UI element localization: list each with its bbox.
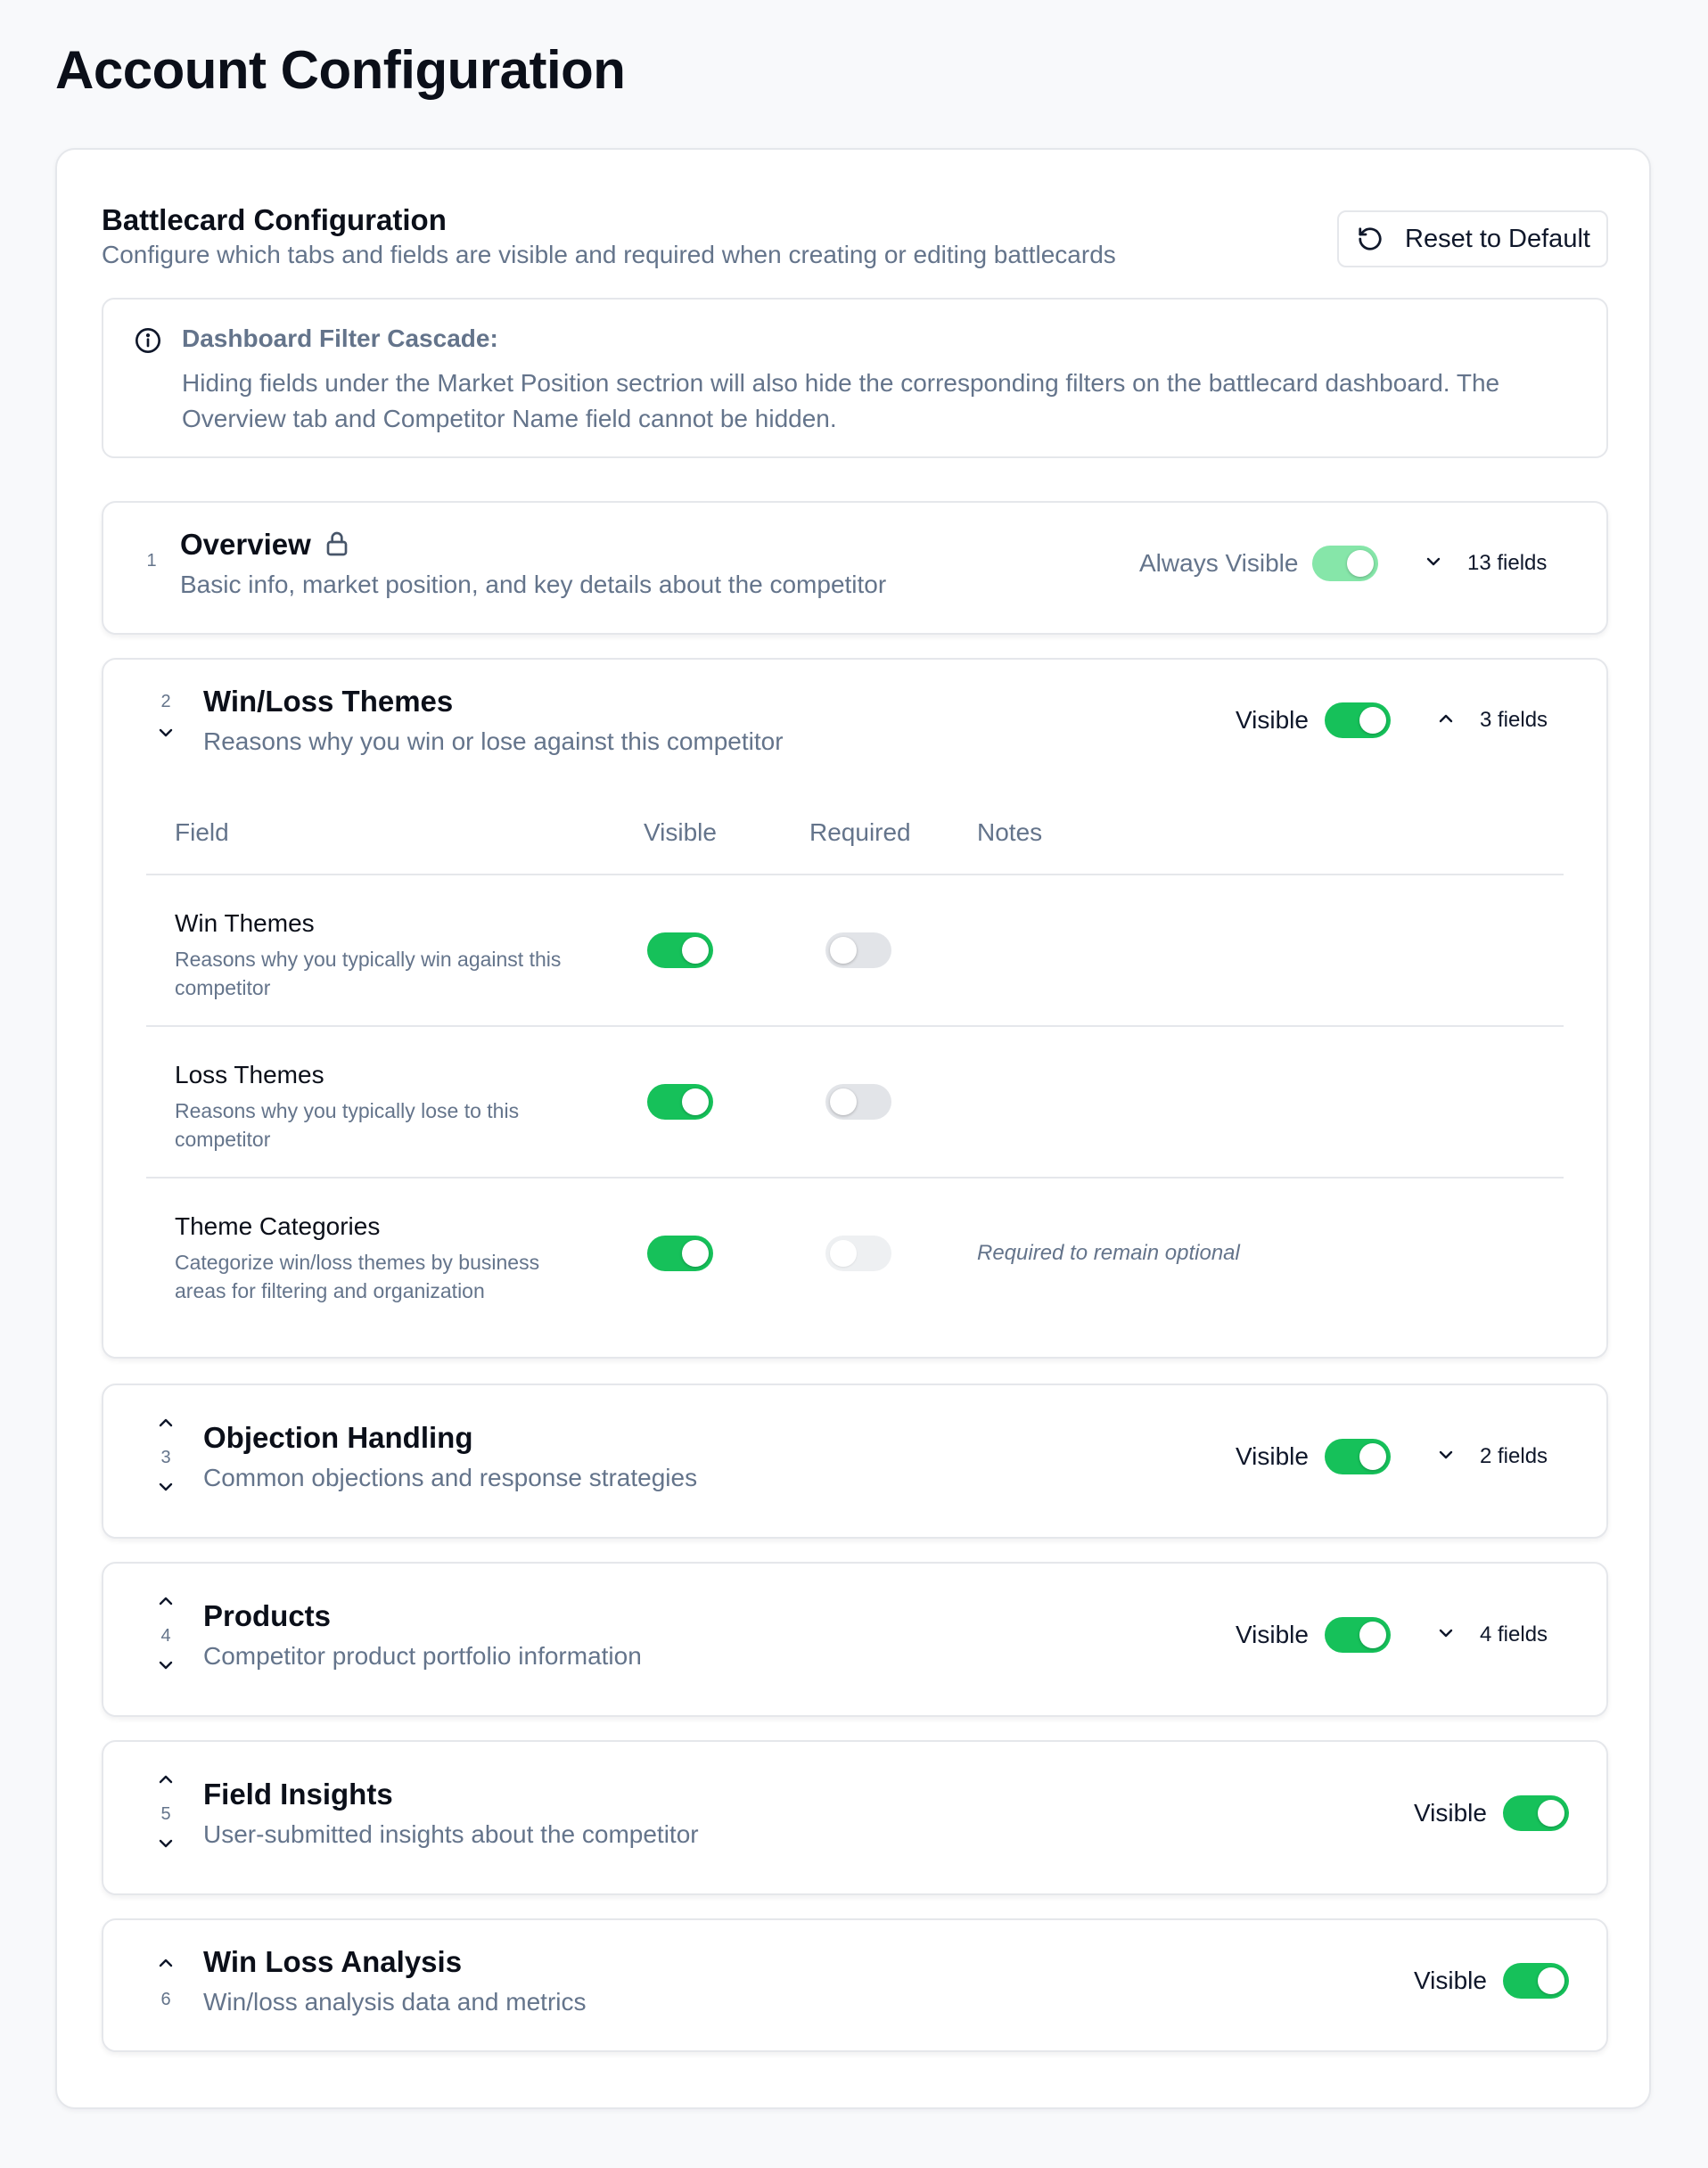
visible-label: Visible — [1236, 706, 1309, 734]
table-divider — [146, 874, 1564, 875]
section-win-loss-themes[interactable]: 2 Win/Loss Themes Reasons why you win or… — [102, 658, 1608, 1359]
field-required-toggle-disabled — [825, 1236, 891, 1271]
card-title: Battlecard Configuration — [102, 203, 447, 236]
field-required-toggle[interactable] — [825, 1084, 891, 1120]
column-header-field: Field — [175, 818, 229, 846]
products-visibility-toggle[interactable] — [1325, 1617, 1391, 1653]
chevron-up-icon[interactable] — [1435, 708, 1457, 729]
reset-button-label: Reset to Default — [1405, 224, 1590, 253]
page-title: Account Configuration — [55, 40, 626, 100]
win-loss-visibility-toggle[interactable] — [1325, 702, 1391, 738]
section-description: Common objections and response strategie… — [203, 1464, 698, 1491]
section-overview[interactable]: 1 Overview Basic info, market position, … — [102, 501, 1608, 635]
section-title: Products — [203, 1599, 332, 1632]
section-description: User-submitted insights about the compet… — [203, 1820, 699, 1848]
section-win-loss-analysis[interactable]: 6 Win Loss Analysis Win/loss analysis da… — [102, 1918, 1608, 2052]
column-header-notes: Notes — [977, 818, 1043, 846]
dashboard-filter-cascade-notice: Dashboard Filter Cascade: Hiding fields … — [102, 298, 1608, 458]
section-description: Basic info, market position, and key det… — [180, 571, 887, 598]
win-loss-analysis-visibility-toggle[interactable] — [1503, 1963, 1569, 1999]
section-title: Win/Loss Themes — [203, 685, 454, 718]
chevron-up-icon[interactable] — [155, 1769, 177, 1790]
chevron-down-icon[interactable] — [1423, 551, 1444, 572]
info-text: Hiding fields under the Market Position … — [182, 369, 1500, 432]
fields-count: 4 fields — [1480, 1622, 1548, 1647]
section-description: Reasons why you win or lose against this… — [203, 727, 784, 755]
section-number: 3 — [160, 1448, 171, 1467]
field-name: Loss Themes — [175, 1061, 324, 1088]
chevron-down-icon[interactable] — [155, 1476, 177, 1498]
field-required-toggle[interactable] — [825, 932, 891, 968]
field-note: Required to remain optional — [977, 1241, 1240, 1265]
chevron-down-icon[interactable] — [155, 1655, 177, 1676]
section-number: 2 — [160, 692, 171, 711]
field-name: Theme Categories — [175, 1212, 381, 1240]
section-title: Objection Handling — [203, 1421, 473, 1454]
field-description: Reasons why you typically win against th… — [175, 948, 562, 999]
section-title: Win Loss Analysis — [203, 1945, 463, 1978]
section-title: Field Insights — [203, 1778, 393, 1811]
card-subtitle: Configure which tabs and fields are visi… — [102, 241, 1116, 268]
overview-visibility-toggle — [1312, 546, 1378, 581]
rotate-ccw-icon — [1359, 227, 1382, 250]
chevron-down-icon[interactable] — [1435, 1622, 1457, 1644]
chevron-down-icon[interactable] — [155, 1833, 177, 1854]
field-visible-toggle[interactable] — [647, 932, 713, 968]
chevron-up-icon[interactable] — [155, 1952, 177, 1974]
field-visible-toggle[interactable] — [647, 1236, 713, 1271]
chevron-up-icon[interactable] — [155, 1590, 177, 1612]
field-insights-visibility-toggle[interactable] — [1503, 1795, 1569, 1831]
section-title: Overview — [180, 528, 311, 561]
section-number: 5 — [160, 1804, 171, 1824]
fields-count: 3 fields — [1480, 708, 1548, 732]
section-description: Win/loss analysis data and metrics — [203, 1988, 587, 2016]
table-divider — [146, 1177, 1564, 1178]
field-visible-toggle[interactable] — [647, 1084, 713, 1120]
battlecard-config-card: Battlecard Configuration Configure which… — [55, 148, 1651, 2109]
section-objection-handling[interactable]: 3 Objection Handling Common objections a… — [102, 1384, 1608, 1539]
fields-count: 13 fields — [1467, 551, 1548, 575]
info-title: Dashboard Filter Cascade: — [182, 324, 498, 352]
section-products[interactable]: 4 Products Competitor product portfolio … — [102, 1562, 1608, 1717]
fields-count: 2 fields — [1480, 1444, 1548, 1468]
visible-label: Visible — [1414, 1799, 1487, 1827]
column-header-required: Required — [809, 818, 911, 846]
section-number: 4 — [160, 1626, 171, 1646]
section-field-insights[interactable]: 5 Field Insights User-submitted insights… — [102, 1740, 1608, 1895]
visible-label: Visible — [1236, 1442, 1309, 1470]
visible-label: Visible — [1414, 1967, 1487, 1994]
field-name: Win Themes — [175, 909, 315, 937]
chevron-up-icon[interactable] — [155, 1412, 177, 1433]
section-description: Competitor product portfolio information — [203, 1642, 642, 1670]
column-header-visible: Visible — [644, 818, 717, 846]
lock-icon — [326, 531, 348, 556]
info-circle-icon — [135, 328, 160, 353]
section-number: 6 — [160, 1990, 171, 2009]
chevron-down-icon[interactable] — [1435, 1444, 1457, 1466]
always-visible-label: Always Visible — [1139, 549, 1299, 577]
section-number: 1 — [146, 551, 157, 571]
table-divider — [146, 1025, 1564, 1027]
field-description: Categorize win/loss themes by business a… — [175, 1251, 540, 1302]
objection-visibility-toggle[interactable] — [1325, 1439, 1391, 1474]
field-description: Reasons why you typically lose to this c… — [175, 1099, 520, 1151]
visible-label: Visible — [1236, 1621, 1309, 1648]
reset-to-default-button[interactable]: Reset to Default — [1337, 210, 1608, 267]
chevron-down-icon[interactable] — [155, 722, 177, 743]
